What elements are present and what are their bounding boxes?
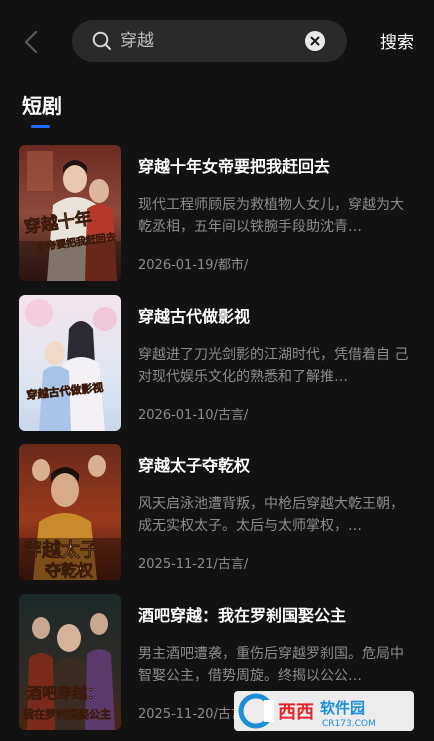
search-input[interactable]: 穿越 bbox=[120, 20, 320, 62]
svg-text:西西: 西西 bbox=[278, 702, 314, 723]
search-button[interactable]: 搜索 bbox=[380, 28, 414, 53]
svg-text:软件园: 软件园 bbox=[320, 699, 365, 717]
item-title[interactable]: 穿越古代做影视 bbox=[138, 303, 418, 327]
poster-thumbnail[interactable]: 酒吧穿越： 我在罗刹国娶公主 bbox=[19, 594, 121, 730]
item-meta: 2026-01-19/都市/ bbox=[138, 258, 249, 273]
item-title[interactable]: 酒吧穿越：我在罗刹国娶公主 bbox=[138, 602, 418, 626]
poster-thumbnail[interactable]: 穿越太子 夺乾权 bbox=[19, 444, 121, 580]
list-item[interactable]: 穿越十年 女帝要把我赶回去 穿越十年女帝要把我赶回去 现代工程师顾辰为救植物人女儿… bbox=[0, 145, 434, 285]
item-description: 现代工程师顾辰为救植物人女儿，穿越为大乾丞相，五年间以铁腕手段助沈青… bbox=[138, 197, 404, 235]
search-box[interactable]: 穿越 bbox=[72, 20, 347, 62]
section-tab-indicator bbox=[31, 125, 50, 128]
back-button[interactable] bbox=[18, 28, 46, 56]
item-description: 穿越进了刀光剑影的江湖时代，凭借着自 己对现代娱乐文化的熟悉和了解推… bbox=[138, 347, 409, 385]
item-meta: 2025-11-20/古言/ bbox=[138, 707, 249, 722]
chevron-left-icon bbox=[24, 30, 38, 54]
svg-text:CR173.COM: CR173.COM bbox=[322, 719, 376, 729]
section-title[interactable]: 短剧 bbox=[22, 90, 62, 119]
poster-thumbnail[interactable]: 穿越古代做影视 bbox=[19, 295, 121, 431]
list-item[interactable]: 穿越古代做影视 穿越古代做影视 穿越进了刀光剑影的江湖时代，凭借着自 己对现代娱… bbox=[0, 295, 434, 435]
poster-thumbnail[interactable]: 穿越十年 女帝要把我赶回去 bbox=[19, 145, 121, 281]
item-title[interactable]: 穿越十年女帝要把我赶回去 bbox=[138, 153, 418, 177]
site-watermark-logo: 西西 软件园 CR173.COM bbox=[234, 691, 414, 731]
item-description: 风天启泳池遭背叛，中枪后穿越大乾王朝，成无实权太子。太后与太师掌权，… bbox=[138, 496, 404, 534]
item-description: 男主酒吧遭袭，重伤后穿越罗刹国。危局中智娶公主，借势周旋。终揭以公公… bbox=[138, 646, 404, 684]
item-meta: 2026-01-10/古言/ bbox=[138, 408, 249, 423]
poster-subtitle-text: 我在罗刹国娶公主 bbox=[23, 707, 111, 721]
poster-subtitle-text: 夺乾权 bbox=[44, 561, 94, 580]
search-icon bbox=[92, 31, 111, 50]
item-title[interactable]: 穿越太子夺乾权 bbox=[138, 452, 418, 476]
list-item[interactable]: 穿越太子 夺乾权 穿越太子夺乾权 风天启泳池遭背叛，中枪后穿越大乾王朝，成无实权太… bbox=[0, 444, 434, 584]
top-bar: 穿越 搜索 bbox=[0, 0, 434, 84]
close-icon bbox=[310, 36, 320, 46]
poster-title-text: 酒吧穿越： bbox=[27, 684, 102, 702]
item-meta: 2025-11-21/古言/ bbox=[138, 557, 249, 572]
clear-search-button[interactable] bbox=[305, 31, 325, 51]
poster-title-text: 穿越太子 bbox=[23, 538, 99, 561]
